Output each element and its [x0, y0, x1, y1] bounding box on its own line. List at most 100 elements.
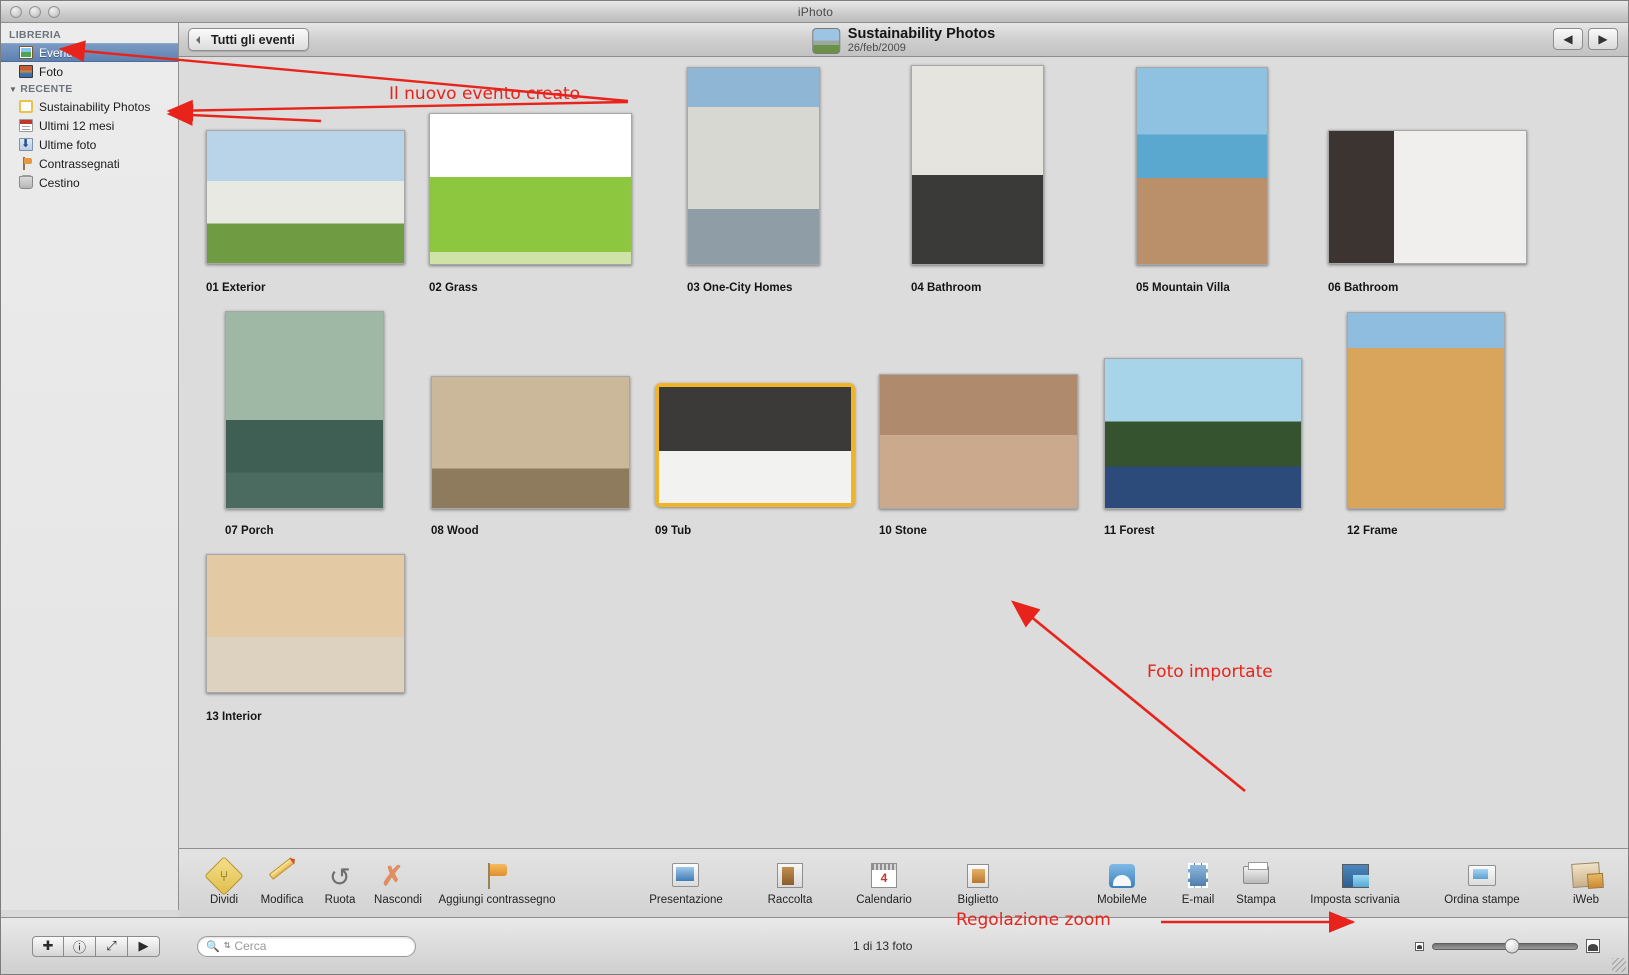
photo-image: [912, 66, 1043, 264]
toolbar-raccolta-label: Raccolta: [767, 893, 813, 906]
photo-count-label: 1 di 13 foto: [853, 939, 913, 953]
toolbar-right-group: MobileMe E-mail Stampa Imposta scrivania…: [1075, 861, 1628, 906]
sidebar-section-libreria: LIBRERIA: [1, 27, 178, 43]
photo-caption: 07 Porch: [225, 525, 274, 537]
toolbar-mobileme-label: MobileMe: [1097, 893, 1147, 906]
bottom-toolbar: Dividi Modifica Ruota Nascondi Aggiungi …: [179, 848, 1628, 917]
photo-cell[interactable]: [655, 383, 855, 507]
event-thumbnail: [811, 27, 840, 54]
all-events-back-button[interactable]: Tutti gli eventi: [188, 28, 309, 51]
photo-thumbnail[interactable]: [206, 130, 405, 264]
photo-cell[interactable]: [225, 311, 384, 509]
toolbar-ordina-stampe-button[interactable]: Ordina stampe: [1425, 861, 1539, 906]
toolbar-calendario-button[interactable]: Calendario: [837, 861, 931, 906]
sidebar-item-foto[interactable]: Foto: [1, 62, 178, 81]
toolbar-iweb-button[interactable]: iWeb: [1539, 861, 1628, 906]
photo-cell[interactable]: [429, 113, 632, 265]
toolbar-ruota-button[interactable]: Ruota: [311, 861, 369, 906]
photo-thumbnail[interactable]: [225, 311, 384, 509]
toolbar-presentazione-button[interactable]: Presentazione: [629, 861, 743, 906]
photo-thumbnail[interactable]: [911, 65, 1044, 265]
arrow-right-icon[interactable]: ▶: [1588, 28, 1618, 50]
photo-thumbnail[interactable]: [1136, 67, 1268, 265]
toolbar-nascondi-button[interactable]: Nascondi: [369, 861, 427, 906]
zoom-slider-knob[interactable]: [1504, 938, 1520, 954]
photo-thumbnail[interactable]: [431, 376, 630, 509]
search-input[interactable]: 🔍 ⇅ Cerca: [197, 935, 416, 957]
photo-thumbnail[interactable]: [655, 383, 855, 507]
sidebar-item-eventi[interactable]: Eventi: [1, 43, 178, 62]
photo-caption-holder: 09 Tub: [655, 519, 691, 537]
photo-cell[interactable]: [431, 376, 630, 509]
photo-cell[interactable]: [911, 65, 1044, 265]
chevron-updown-icon[interactable]: ⇅: [224, 942, 231, 950]
toolbar-biglietto-button[interactable]: Biglietto: [931, 861, 1025, 906]
toolbar-aggiungi-contrassegno-button[interactable]: Aggiungi contrassegno: [427, 861, 567, 906]
photo-thumbnail[interactable]: [1347, 312, 1505, 509]
sidebar-item-cestino[interactable]: Cestino: [1, 173, 178, 192]
photo-thumbnail[interactable]: [206, 554, 405, 693]
photo-image: [1137, 68, 1267, 264]
sidebar-item-ultime-foto[interactable]: Ultime foto: [1, 135, 178, 154]
photo-cell[interactable]: [1328, 130, 1527, 264]
photo-cell[interactable]: [687, 67, 820, 265]
window-resize-handle[interactable]: [1612, 958, 1626, 972]
event-header: Sustainability Photos 26/feb/2009: [811, 26, 996, 55]
photo-image: [1329, 131, 1526, 263]
toolbar-modifica-button[interactable]: Modifica: [253, 856, 311, 906]
event-nav: ◀ ▶: [1553, 28, 1618, 50]
plus-icon[interactable]: ✚: [32, 935, 64, 957]
rotate-icon: [323, 861, 357, 891]
toolbar-aggiungi-contrassegno-label: Aggiungi contrassegno: [438, 893, 556, 906]
arrow-left-icon[interactable]: ◀: [1553, 28, 1583, 50]
page-title: Sustainability Photos: [847, 26, 996, 42]
sidebar-item-sustainability-photos[interactable]: Sustainability Photos: [1, 97, 178, 116]
photo-thumbnail[interactable]: [687, 67, 820, 265]
toolbar-email-button[interactable]: E-mail: [1169, 861, 1227, 906]
flag-icon: [19, 157, 33, 170]
photo-cell[interactable]: [206, 130, 405, 264]
photo-cell[interactable]: [206, 554, 405, 693]
calendar-icon: [867, 861, 901, 891]
fullscreen-icon[interactable]: ⤢: [96, 935, 128, 957]
play-icon[interactable]: ▶: [128, 935, 160, 957]
info-icon[interactable]: ⓘ: [64, 935, 96, 957]
toolbar-dividi-button[interactable]: Dividi: [195, 855, 253, 906]
photo-grid[interactable]: 01 Exterior 02 Grass 03 One-City Homes 04 B…: [179, 57, 1628, 848]
zoom-large-icon[interactable]: [1586, 939, 1600, 953]
zoom-slider-track[interactable]: [1432, 938, 1578, 954]
toolbar-raccolta-button[interactable]: Raccolta: [743, 861, 837, 906]
cloud-icon: [1105, 861, 1139, 891]
event-date: 26/feb/2009: [847, 42, 906, 54]
photo-caption-holder: 12 Frame: [1347, 519, 1398, 537]
sidebar-section-recente[interactable]: ▼ RECENTE: [1, 81, 178, 97]
pencil-icon: [265, 856, 299, 891]
photo-cell[interactable]: [1347, 312, 1505, 509]
photo-cell[interactable]: [1104, 358, 1302, 509]
photo-caption: 01 Exterior: [206, 282, 266, 294]
iphoto-window: iPhoto LIBRERIA Eventi Foto ▼ RECENTE Sus…: [0, 0, 1629, 975]
photos-icon: [19, 65, 33, 78]
book-icon: [773, 861, 807, 891]
sidebar-item-ultimi-12-mesi[interactable]: Ultimi 12 mesi: [1, 116, 178, 135]
sidebar-section-recente-label: RECENTE: [20, 83, 73, 95]
zoom-slider-control[interactable]: [1415, 938, 1600, 954]
album-icon: [19, 100, 33, 113]
photo-thumbnail[interactable]: [879, 374, 1078, 509]
toolbar-stampa-button[interactable]: Stampa: [1227, 861, 1285, 906]
toolbar-stampa-label: Stampa: [1236, 893, 1276, 906]
sidebar-item-eventi-label: Eventi: [39, 45, 73, 60]
sidebar-item-contrassegnati[interactable]: Contrassegnati: [1, 154, 178, 173]
photo-cell[interactable]: [879, 374, 1078, 509]
search-placeholder: Cerca: [234, 939, 267, 953]
zoom-small-icon[interactable]: [1415, 941, 1424, 951]
photo-cell[interactable]: [1136, 67, 1268, 265]
calendar-icon: [19, 119, 33, 132]
photo-thumbnail[interactable]: [1328, 130, 1527, 264]
photo-image: [880, 375, 1077, 508]
photo-thumbnail[interactable]: [1104, 358, 1302, 509]
toolbar-mobileme-button[interactable]: MobileMe: [1075, 861, 1169, 906]
photo-image: [1348, 313, 1504, 508]
toolbar-imposta-scrivania-button[interactable]: Imposta scrivania: [1285, 861, 1425, 906]
photo-thumbnail[interactable]: [429, 113, 632, 265]
